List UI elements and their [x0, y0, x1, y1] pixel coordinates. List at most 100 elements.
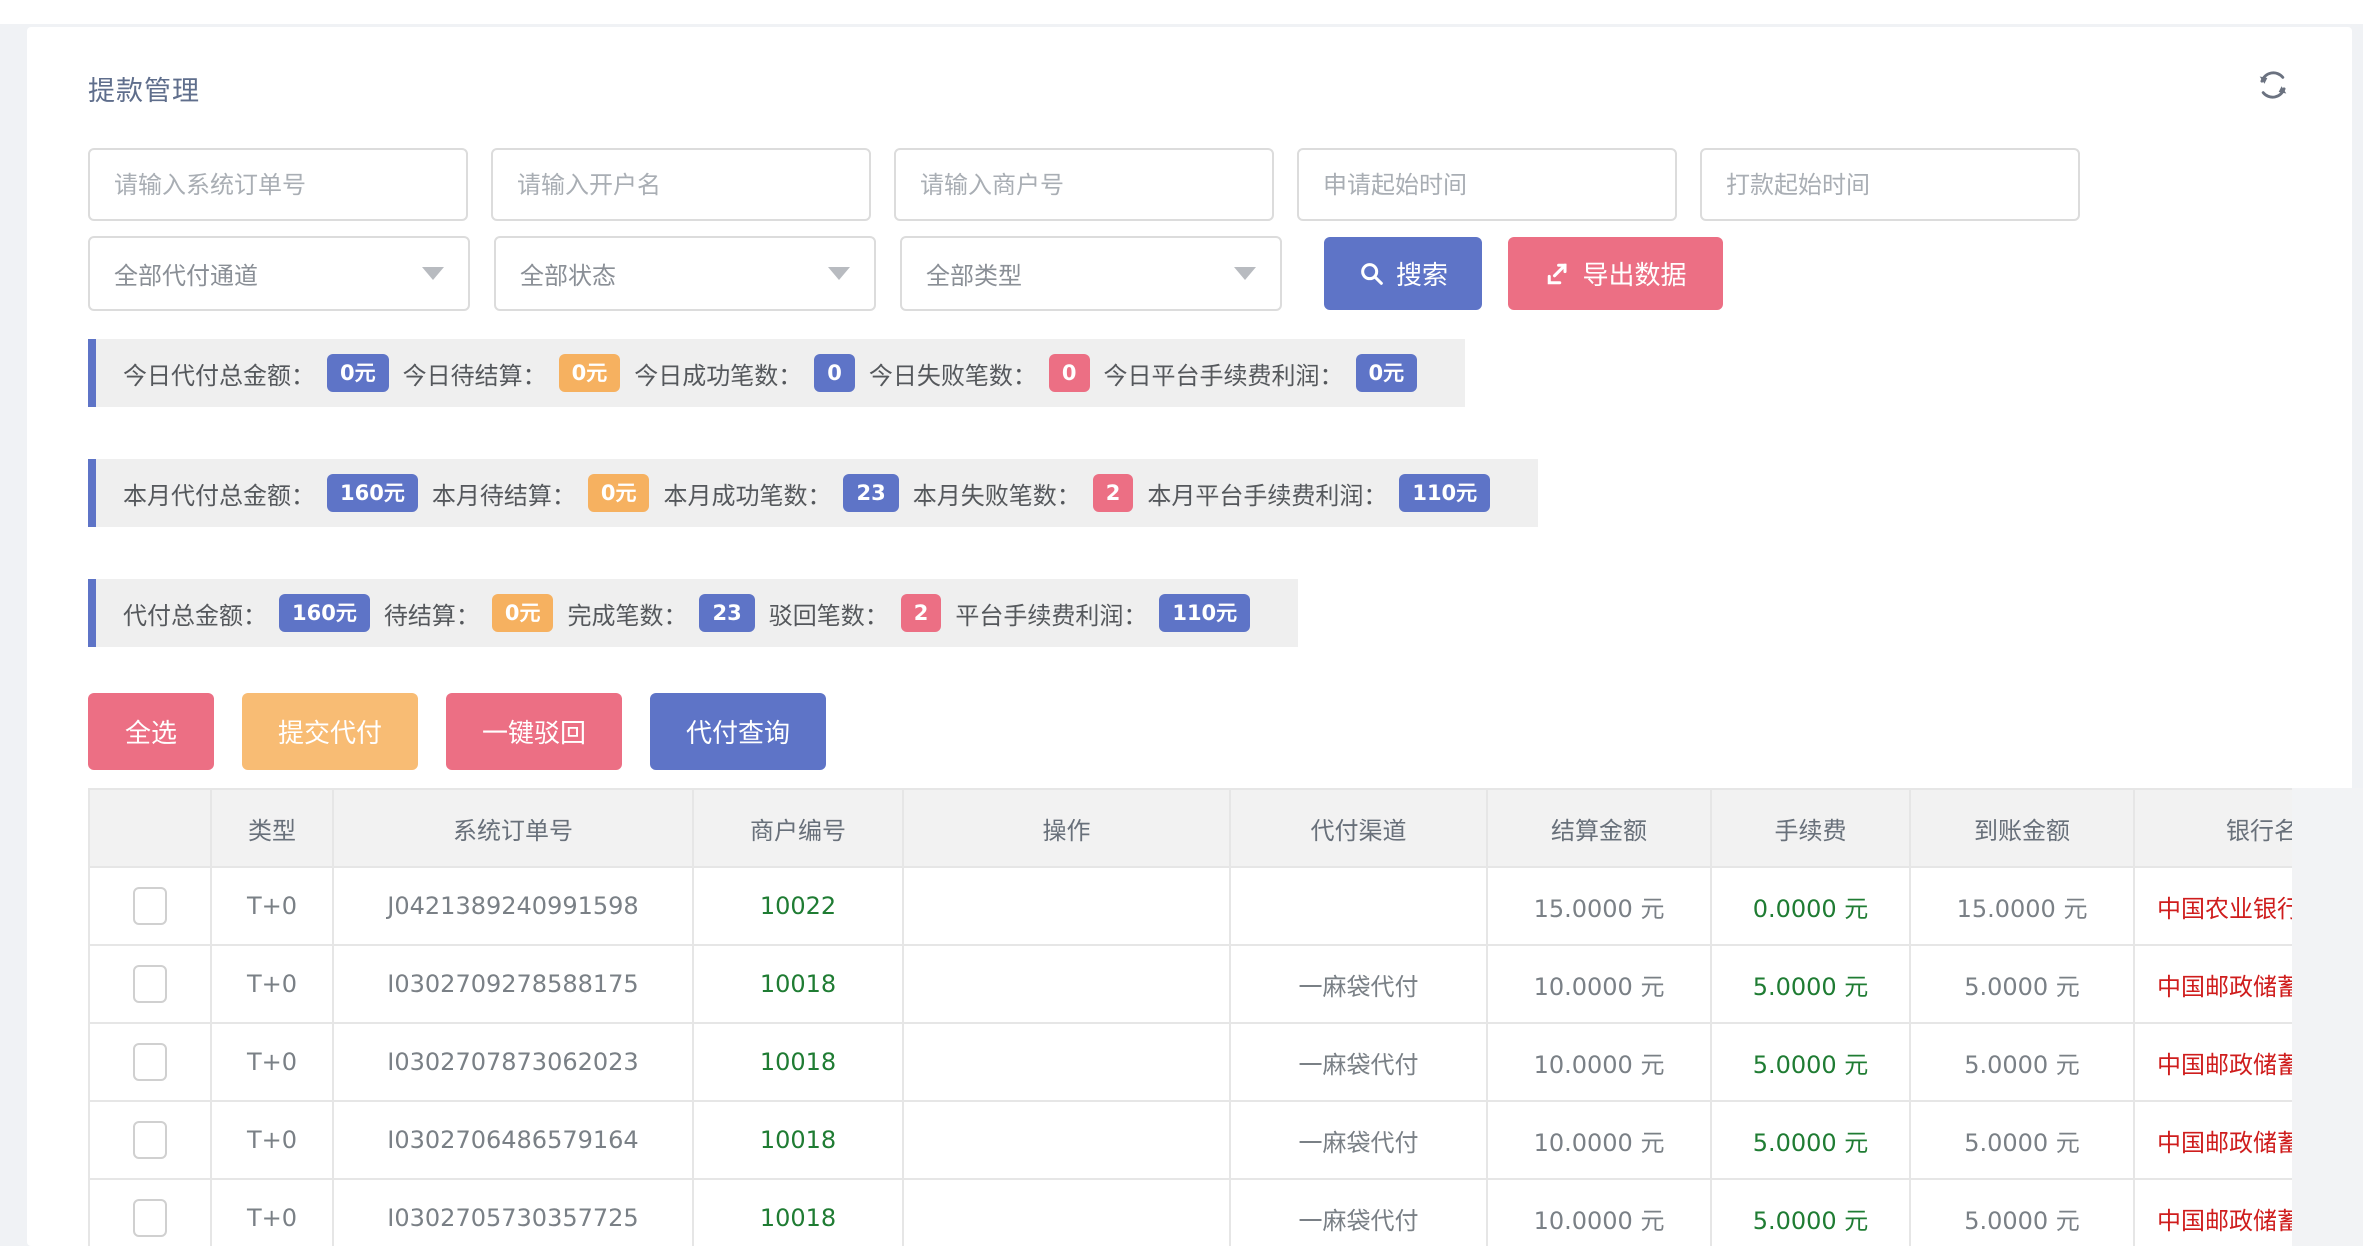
- stat-value-badge: 0: [1049, 354, 1090, 392]
- stat-label: 今日成功笔数：: [634, 356, 802, 391]
- stat-label: 本月成功笔数：: [663, 476, 831, 511]
- cell-channel: 一麻袋代付: [1230, 1179, 1487, 1246]
- cell-settle_amount: 10.0000 元: [1487, 1023, 1711, 1101]
- page-title: 提款管理: [88, 69, 200, 108]
- table-row: T+0I030270787306202310018一麻袋代付10.0000 元5…: [89, 1023, 2292, 1101]
- cell-checkbox: [89, 1101, 211, 1179]
- column-header-arrival_amount: 到账金额: [1910, 789, 2134, 867]
- row-checkbox[interactable]: [133, 887, 167, 925]
- cell-order_no: I0302707873062023: [333, 1023, 693, 1101]
- stat-value-badge: 160元: [327, 474, 418, 512]
- export-data-button[interactable]: 导出数据: [1508, 237, 1723, 310]
- cell-checkbox: [89, 945, 211, 1023]
- stat-label: 本月待结算：: [432, 476, 576, 511]
- type-select[interactable]: 全部类型: [900, 236, 1282, 311]
- cell-channel: [1230, 867, 1487, 945]
- channel-select-value: 全部代付通道: [114, 256, 258, 291]
- reject-all-button[interactable]: 一键驳回: [446, 693, 622, 770]
- cell-fee: 5.0000 元: [1711, 1179, 1910, 1246]
- cell-merchant_no: 10022: [693, 867, 903, 945]
- action-buttons: 全选提交代付一键驳回代付查询: [88, 693, 854, 770]
- cell-bank: 中国邮政储蓄银行: [2134, 1023, 2292, 1101]
- chevron-down-icon: [1234, 267, 1256, 280]
- column-header-checkbox: [89, 789, 211, 867]
- refresh-button[interactable]: [2249, 63, 2297, 111]
- column-header-channel: 代付渠道: [1230, 789, 1487, 867]
- column-header-fee: 手续费: [1711, 789, 1910, 867]
- stat-label: 今日失败笔数：: [869, 356, 1037, 391]
- select-all-button[interactable]: 全选: [88, 693, 214, 770]
- table-body: T+0J04213892409915981002215.0000 元0.0000…: [89, 867, 2292, 1246]
- stat-label: 本月代付总金额：: [123, 476, 315, 511]
- stat-value-badge: 0: [814, 354, 855, 392]
- stat-value-badge: 23: [699, 594, 754, 632]
- stat-value-badge: 0元: [492, 594, 554, 632]
- chevron-down-icon: [828, 267, 850, 280]
- stat-label: 完成笔数：: [567, 596, 687, 631]
- stat-label: 驳回笔数：: [769, 596, 889, 631]
- cell-operation: [903, 945, 1230, 1023]
- column-header-order_no: 系统订单号: [333, 789, 693, 867]
- cell-operation: [903, 1101, 1230, 1179]
- cell-operation: [903, 1179, 1230, 1246]
- column-header-bank: 银行名称: [2134, 789, 2292, 867]
- stat-label: 本月失败笔数：: [913, 476, 1081, 511]
- cell-merchant_no: 10018: [693, 945, 903, 1023]
- stat-value-badge: 0元: [588, 474, 650, 512]
- orders-table-wrap: 类型系统订单号商户编号操作代付渠道结算金额手续费到账金额银行名称 T+0J042…: [88, 788, 2292, 1246]
- stat-bar-1: 本月代付总金额：160元本月待结算：0元本月成功笔数：23本月失败笔数：2本月平…: [88, 459, 1538, 527]
- orders-table: 类型系统订单号商户编号操作代付渠道结算金额手续费到账金额银行名称 T+0J042…: [88, 788, 2292, 1246]
- row-checkbox[interactable]: [133, 1043, 167, 1081]
- row-checkbox[interactable]: [133, 1199, 167, 1237]
- cell-checkbox: [89, 1023, 211, 1101]
- cell-settle_amount: 10.0000 元: [1487, 945, 1711, 1023]
- pay-query-button[interactable]: 代付查询: [650, 693, 826, 770]
- export-icon: [1544, 260, 1572, 288]
- row-checkbox[interactable]: [133, 1121, 167, 1159]
- channel-select[interactable]: 全部代付通道: [88, 236, 470, 311]
- order-no-input[interactable]: [88, 148, 468, 221]
- column-header-merchant_no: 商户编号: [693, 789, 903, 867]
- table-row: T+0J04213892409915981002215.0000 元0.0000…: [89, 867, 2292, 945]
- type-select-value: 全部类型: [926, 256, 1022, 291]
- cell-merchant_no: 10018: [693, 1023, 903, 1101]
- apply-start-time-input[interactable]: [1297, 148, 1677, 221]
- status-select[interactable]: 全部状态: [494, 236, 876, 311]
- search-button[interactable]: 搜索: [1324, 237, 1482, 310]
- cell-order_no: I0302709278588175: [333, 945, 693, 1023]
- cell-order_no: I0302705730357725: [333, 1179, 693, 1246]
- cell-operation: [903, 1023, 1230, 1101]
- stat-label: 本月平台手续费利润：: [1147, 476, 1387, 511]
- cell-arrival_amount: 5.0000 元: [1910, 1179, 2134, 1246]
- merchant-no-input[interactable]: [894, 148, 1274, 221]
- stat-bar-0: 今日代付总金额：0元今日待结算：0元今日成功笔数：0今日失败笔数：0今日平台手续…: [88, 339, 1465, 407]
- cell-type: T+0: [211, 1023, 333, 1101]
- pay-start-time-input[interactable]: [1700, 148, 2080, 221]
- submit-pay-button[interactable]: 提交代付: [242, 693, 418, 770]
- top-strip: [0, 0, 2363, 24]
- stat-label: 今日代付总金额：: [123, 356, 315, 391]
- cell-operation: [903, 867, 1230, 945]
- stat-label: 平台手续费利润：: [955, 596, 1147, 631]
- cell-type: T+0: [211, 1179, 333, 1246]
- cell-bank: 中国邮政储蓄银行: [2134, 1179, 2292, 1246]
- export-button-label: 导出数据: [1582, 255, 1686, 292]
- cell-arrival_amount: 5.0000 元: [1910, 1101, 2134, 1179]
- cell-order_no: I0302706486579164: [333, 1101, 693, 1179]
- cell-checkbox: [89, 1179, 211, 1246]
- stat-label: 今日待结算：: [403, 356, 547, 391]
- search-icon: [1358, 260, 1386, 288]
- stat-value-badge: 2: [1093, 474, 1134, 512]
- cell-arrival_amount: 5.0000 元: [1910, 1023, 2134, 1101]
- stat-value-badge: 0元: [1356, 354, 1418, 392]
- stat-value-badge: 110元: [1399, 474, 1490, 512]
- row-checkbox[interactable]: [133, 965, 167, 1003]
- content-card: 提款管理 全部代付通道 全部状态 全部类型: [27, 27, 2352, 1246]
- chevron-down-icon: [422, 267, 444, 280]
- stat-label: 待结算：: [384, 596, 480, 631]
- cell-settle_amount: 10.0000 元: [1487, 1101, 1711, 1179]
- search-button-label: 搜索: [1396, 255, 1448, 292]
- stat-value-badge: 110元: [1159, 594, 1250, 632]
- cell-bank: 中国农业银行: [2134, 867, 2292, 945]
- account-name-input[interactable]: [491, 148, 871, 221]
